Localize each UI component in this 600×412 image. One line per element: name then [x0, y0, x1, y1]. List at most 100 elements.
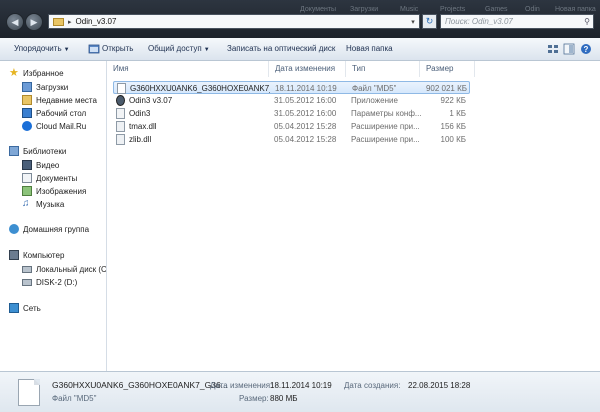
folder-icon: [53, 17, 64, 26]
nav-item-pictures[interactable]: Изображения: [22, 185, 86, 197]
details-created-label: Дата создания:: [344, 381, 401, 390]
nav-network[interactable]: Сеть: [9, 302, 41, 314]
nav-favorites[interactable]: ★ Избранное: [9, 67, 64, 79]
details-size-label: Размер:: [239, 394, 269, 403]
details-file-name: G360HXXU0ANK6_G360HOXE0ANK7_G36...: [52, 380, 228, 390]
organize-label: Упорядочить: [14, 44, 62, 53]
desktop-icon: [22, 108, 32, 118]
blank-file-icon: [117, 83, 126, 94]
help-icon[interactable]: ?: [580, 43, 592, 55]
file-type: Параметры конф...: [351, 109, 422, 118]
dll-file-icon: [116, 121, 125, 132]
nav-item-music[interactable]: ♫ Музыка: [22, 198, 64, 210]
arrow-left-icon: ◀: [11, 17, 19, 27]
search-input[interactable]: Поиск: Odin_v3.07 ⚲: [440, 14, 594, 29]
nav-item-downloads[interactable]: Загрузки: [22, 81, 68, 93]
config-file-icon: [116, 108, 125, 119]
address-history-dropdown[interactable]: ▾: [407, 18, 419, 26]
background-window-text: Документы: [300, 6, 337, 13]
file-size: 1 КБ: [449, 109, 466, 118]
network-icon: [9, 303, 19, 313]
svg-text:?: ?: [584, 45, 589, 54]
nav-computer[interactable]: Компьютер: [9, 249, 64, 261]
details-created-value: 22.08.2015 18:28: [408, 381, 471, 390]
new-folder-button[interactable]: Новая папка: [346, 44, 393, 53]
file-date: 05.04.2012 15:28: [274, 122, 337, 131]
column-header-date[interactable]: Дата изменения: [269, 61, 346, 77]
back-button[interactable]: ◀: [6, 13, 24, 31]
file-name: Odin3: [129, 109, 151, 118]
hard-drive-icon: [22, 265, 32, 273]
file-name: tmax.dll: [129, 122, 157, 131]
file-row[interactable]: G360HXXU0ANK6_G360HOXE0ANK7_G36... 18.11…: [113, 81, 470, 94]
cloud-icon: [22, 121, 32, 131]
details-modified-value: 18.11.2014 10:19: [270, 381, 332, 390]
file-date: 05.04.2012 15:28: [274, 135, 337, 144]
file-row[interactable]: Odin3 31.05.2012 16:00 Параметры конф...…: [113, 107, 470, 120]
homegroup-icon: [9, 224, 19, 234]
pictures-library-icon: [22, 186, 32, 196]
nav-item-desktop[interactable]: Рабочий стол: [22, 107, 86, 119]
background-window-text: Games: [485, 6, 508, 13]
nav-item-label: Рабочий стол: [36, 108, 87, 118]
column-header-name[interactable]: Имя: [107, 61, 269, 77]
nav-item-recent-places[interactable]: Недавние места: [22, 94, 97, 106]
background-window-text: Projects: [440, 6, 466, 13]
file-row[interactable]: Odin3 v3.07 31.05.2012 16:00 Приложение …: [113, 94, 470, 107]
open-button[interactable]: Открыть: [102, 44, 133, 53]
nav-item-local-disk-c[interactable]: Локальный диск (C: [22, 263, 107, 275]
video-library-icon: [22, 160, 32, 170]
organize-button[interactable]: Упорядочить ▼: [14, 44, 70, 53]
navigation-pane: ★ Избранное Загрузки Недавние места Рабо…: [0, 61, 107, 371]
nav-computer-label: Компьютер: [23, 250, 65, 260]
nav-item-label: Изображения: [36, 186, 87, 196]
open-app-icon: [88, 44, 100, 54]
details-file-type: Файл "MD5": [52, 394, 97, 403]
address-path[interactable]: Odin_v3.07: [76, 17, 407, 26]
libraries-icon: [9, 146, 19, 156]
background-window-text: Загрузки: [350, 6, 379, 13]
dropdown-arrow-icon: ▼: [203, 47, 210, 53]
file-name: G360HXXU0ANK6_G360HOXE0ANK7_G36...: [130, 84, 270, 93]
file-name: Odin3 v3.07: [129, 96, 173, 105]
nav-item-documents[interactable]: Документы: [22, 172, 77, 184]
nav-homegroup-label: Домашняя группа: [23, 224, 90, 234]
recent-places-icon: [22, 95, 32, 105]
file-row[interactable]: tmax.dll 05.04.2012 15:28 Расширение при…: [113, 120, 470, 133]
breadcrumb-chevron-icon[interactable]: ▸: [68, 18, 72, 26]
refresh-button[interactable]: ↻: [422, 14, 437, 29]
view-options-icon[interactable]: [547, 43, 559, 55]
dropdown-arrow-icon: ▼: [63, 47, 70, 53]
file-name: zlib.dll: [129, 135, 152, 144]
preview-pane-icon[interactable]: [563, 43, 575, 55]
forward-button[interactable]: ▶: [25, 13, 43, 31]
nav-item-label: Загрузки: [36, 82, 69, 92]
title-bar: Документы Загрузки Music Projects Games …: [0, 0, 600, 38]
share-button[interactable]: Общий доступ ▼: [148, 44, 210, 53]
nav-item-label: Недавние места: [36, 95, 97, 105]
documents-library-icon: [22, 173, 32, 183]
nav-libraries[interactable]: Библиотеки: [9, 145, 66, 157]
nav-item-video[interactable]: Видео: [22, 159, 59, 171]
downloads-folder-icon: [22, 82, 32, 92]
burn-disc-button[interactable]: Записать на оптический диск: [227, 44, 335, 53]
nav-item-disk-d[interactable]: DISK-2 (D:): [22, 276, 77, 288]
file-size: 922 КБ: [440, 96, 466, 105]
refresh-icon: ↻: [425, 16, 434, 26]
column-header-size[interactable]: Размер: [420, 61, 475, 77]
file-date: 31.05.2012 16:00: [274, 109, 337, 118]
address-bar[interactable]: ▸ Odin_v3.07 ▾: [48, 14, 420, 29]
background-window-text: Odin: [525, 6, 540, 13]
file-size: 156 КБ: [440, 122, 466, 131]
nav-homegroup[interactable]: Домашняя группа: [9, 223, 89, 235]
column-header-type[interactable]: Тип: [346, 61, 420, 77]
nav-item-label: Локальный диск (C: [36, 264, 107, 274]
nav-network-label: Сеть: [23, 303, 41, 313]
search-icon[interactable]: ⚲: [584, 15, 590, 28]
nav-item-label: Музыка: [36, 199, 65, 209]
music-library-icon: ♫: [22, 198, 30, 209]
file-row[interactable]: zlib.dll 05.04.2012 15:28 Расширение при…: [113, 133, 470, 146]
search-placeholder: Поиск: Odin_v3.07: [445, 17, 513, 26]
file-size: 100 КБ: [440, 135, 466, 144]
nav-item-cloud-mail[interactable]: Cloud Mail.Ru: [22, 120, 86, 132]
